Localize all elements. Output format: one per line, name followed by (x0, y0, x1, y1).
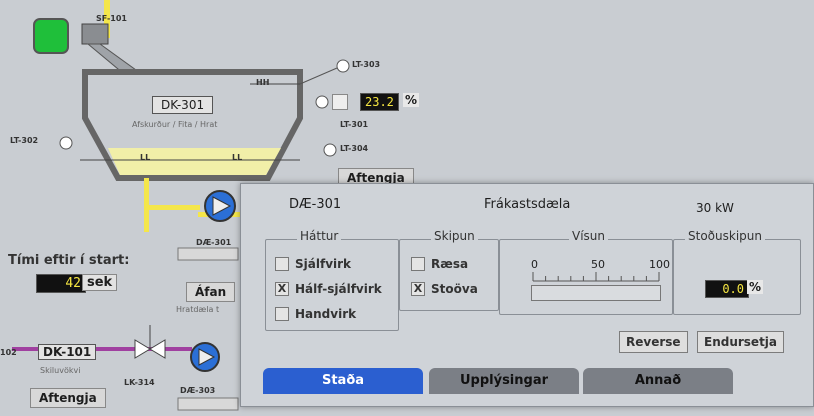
scale-mid: 50 (591, 258, 605, 271)
faceplate-power: 30 kW (696, 201, 734, 215)
start-timer-value: 42 (36, 274, 86, 293)
pump-de303-tag: DÆ-303 (180, 386, 216, 395)
indication-bar (531, 285, 661, 301)
command-group-title: Skipun (431, 229, 478, 243)
indication-group-title: Vísun (569, 229, 609, 243)
scale-min: 0 (531, 258, 538, 271)
pump-de301-tag: DÆ-301 (196, 238, 232, 247)
scale-max: 100 (649, 258, 670, 271)
lt303-tag: LT-303 (352, 60, 381, 69)
lt302-tag: LT-302 (10, 136, 39, 145)
tank2-left-tag: 102 (0, 348, 17, 357)
command-group (399, 239, 499, 311)
mode-manual-option[interactable]: Handvirk (275, 307, 356, 321)
tank2-id[interactable]: DK-101 (38, 344, 97, 360)
mode-manual-checkbox[interactable] (275, 307, 289, 321)
position-command-title: Stoðuskipun (685, 229, 765, 243)
tab-other[interactable]: Annað (583, 368, 733, 394)
fan-tag: SF-101 (96, 14, 127, 23)
aftengja-bottom-button[interactable]: Aftengja (30, 388, 106, 408)
ll-left-label: LL (140, 153, 151, 162)
command-start-checkbox[interactable] (411, 257, 425, 271)
mode-group-title: Háttur (297, 229, 342, 243)
faceplate-pump-id: DÆ-301 (289, 197, 342, 212)
mode-semi-auto-checkbox[interactable]: X (275, 282, 289, 296)
command-stop-checkbox[interactable]: X (411, 282, 425, 296)
hratdaela-label: Hratdæla t (176, 305, 220, 314)
tab-information[interactable]: Upplýsingar (429, 368, 579, 394)
mode-manual-label: Handvirk (295, 307, 357, 321)
mode-auto-checkbox[interactable] (275, 257, 289, 271)
faceplate-pump-name: Frákastsdæla (484, 197, 571, 212)
start-timer-label: Tími eftir í start: (8, 253, 130, 268)
level-value: 23.2 (360, 93, 399, 111)
tank2-subtitle: Skiluvökvi (40, 366, 81, 375)
reset-button[interactable]: Endursetja (697, 331, 785, 353)
position-command-group (673, 239, 801, 315)
valve-tag: LK-314 (124, 378, 155, 387)
trend-icon[interactable] (332, 94, 348, 110)
command-start-option[interactable]: Ræsa (411, 257, 468, 271)
command-start-label: Ræsa (431, 257, 469, 271)
motor-icon (81, 23, 109, 45)
ll-right-label: LL (232, 153, 243, 162)
tank-level-fill (108, 148, 281, 175)
mode-auto-option[interactable]: Sjálfvirk (275, 257, 351, 271)
mode-auto-label: Sjálfvirk (295, 257, 352, 271)
hh-label: HH (256, 78, 270, 87)
mode-semi-auto-option[interactable]: X Hálf-sjálfvirk (275, 282, 382, 296)
pump-bargraph (177, 247, 239, 261)
position-command-value[interactable]: 0.0 (705, 280, 749, 298)
command-stop-label: Stoöva (431, 282, 478, 296)
position-command-unit: % (747, 280, 764, 294)
fan-icon (33, 18, 69, 54)
lt301-tag: LT-301 (340, 120, 369, 129)
afan-button[interactable]: Áfan (186, 282, 236, 302)
tank-id[interactable]: DK-301 (152, 96, 214, 114)
lt304-tag: LT-304 (340, 144, 369, 153)
valve-icon (134, 339, 151, 359)
tank-subtitle: Afskurður / Fita / Hrat (132, 120, 218, 129)
pump-faceplate-dialog: DÆ-301 Frákastsdæla 30 kW Háttur Sjálfvi… (240, 183, 814, 407)
start-timer-unit: sek (82, 274, 118, 291)
level-unit: % (403, 93, 420, 107)
tab-status[interactable]: Staða (263, 368, 423, 394)
command-stop-option[interactable]: X Stoöva (411, 282, 478, 296)
reverse-button[interactable]: Reverse (619, 331, 688, 353)
scale-ticks (532, 272, 660, 282)
mode-semi-auto-label: Hálf-sjálfvirk (295, 282, 382, 296)
